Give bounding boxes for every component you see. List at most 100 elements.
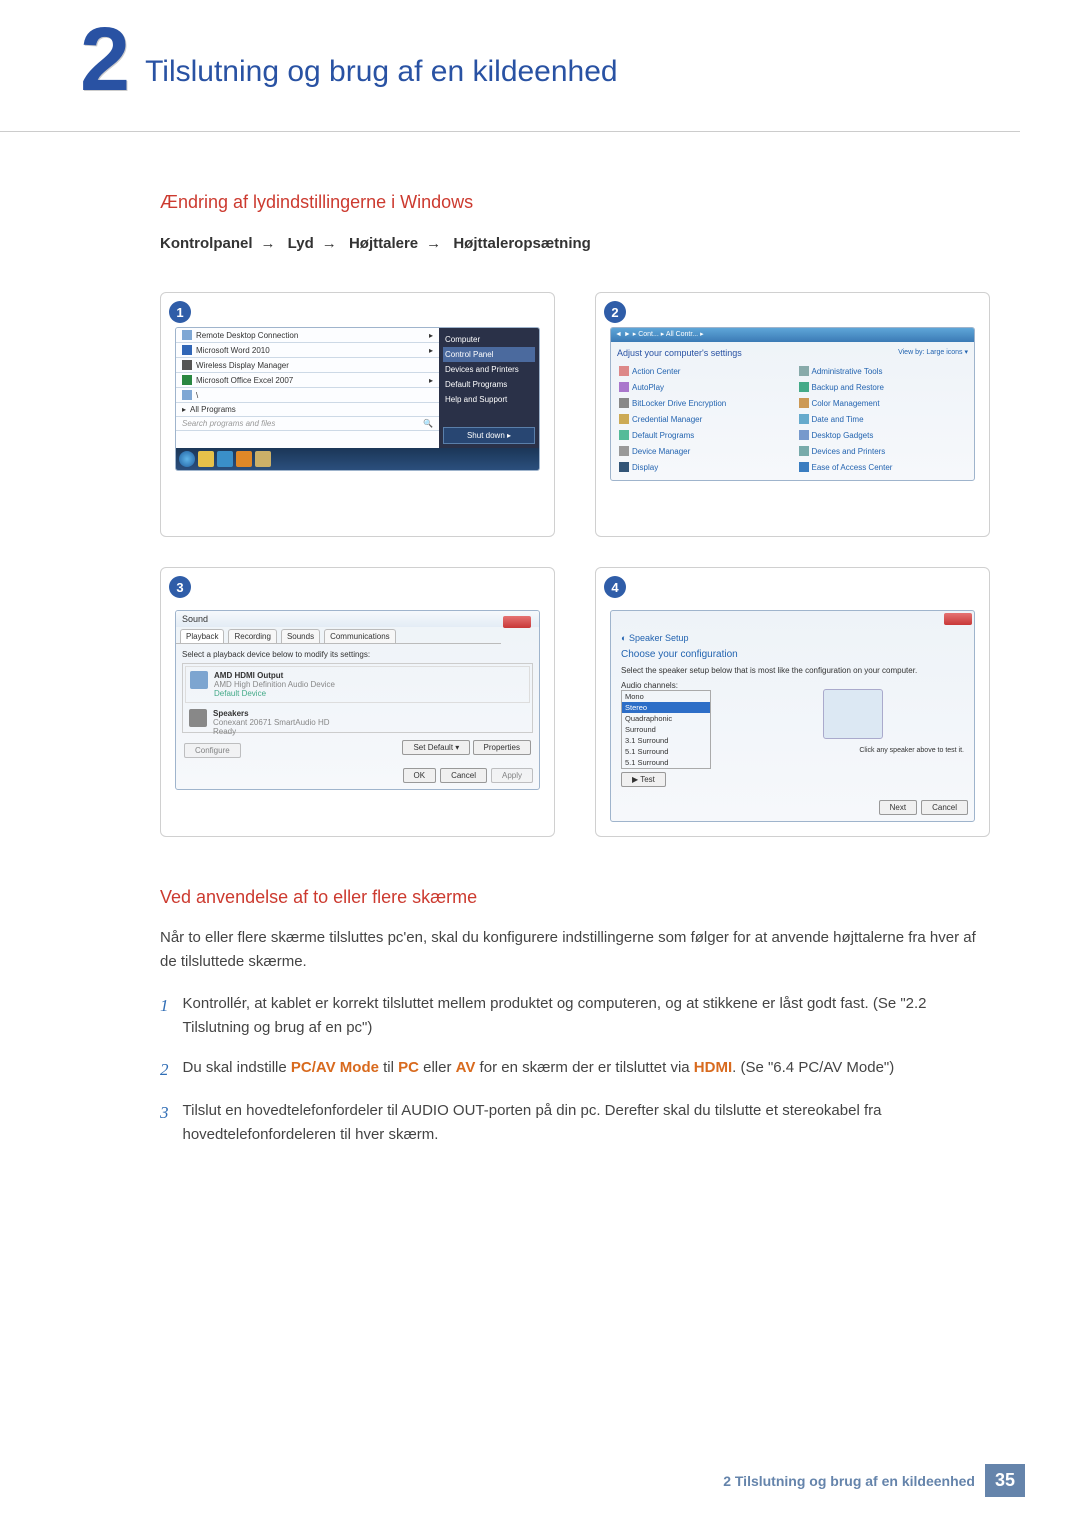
start-item[interactable]: \ xyxy=(176,388,439,403)
cp-item[interactable]: Administrative Tools xyxy=(797,364,969,378)
access-icon xyxy=(799,462,809,472)
view-by[interactable]: View by: Large icons ▾ xyxy=(898,348,968,364)
start-link[interactable]: Computer xyxy=(443,332,535,347)
dialog-title: Sound xyxy=(182,614,208,624)
start-item[interactable]: Microsoft Word 2010▸ xyxy=(176,343,439,358)
speaker-icon xyxy=(190,671,208,689)
step-number-3: 3 xyxy=(169,576,191,598)
cancel-button[interactable]: Cancel xyxy=(440,768,487,783)
cp-item[interactable]: Desktop Gadgets xyxy=(797,428,969,442)
taskbar-icon[interactable] xyxy=(217,451,233,467)
cp-item[interactable]: BitLocker Drive Encryption xyxy=(617,396,789,410)
cp-title: Adjust your computer's settings xyxy=(617,348,742,358)
section-heading-2: Ved anvendelse af to eller flere skærme xyxy=(160,887,990,908)
app-icon xyxy=(182,330,192,340)
sound-tabs: Playback Recording Sounds Communications xyxy=(176,627,501,644)
autoplay-icon xyxy=(619,382,629,392)
step-number: 1 xyxy=(160,992,169,1040)
next-button[interactable]: Next xyxy=(879,800,917,815)
speaker-icon xyxy=(189,709,207,727)
start-item[interactable]: Microsoft Office Excel 2007▸ xyxy=(176,373,439,388)
printer-icon xyxy=(799,446,809,456)
apply-button[interactable]: Apply xyxy=(491,768,533,783)
device-item[interactable]: SpeakersConexant 20671 SmartAudio HDRead… xyxy=(185,705,530,740)
app-icon xyxy=(182,345,192,355)
app-icon xyxy=(182,375,192,385)
app-icon xyxy=(182,360,192,370)
step-item-2: 2 Du skal indstille PC/AV Mode til PC el… xyxy=(160,1056,990,1083)
color-icon xyxy=(799,398,809,408)
step-item-3: 3 Tilslut en hovedtelefonfordeler til AU… xyxy=(160,1099,990,1147)
cp-item[interactable]: Devices and Printers xyxy=(797,444,969,458)
page-footer: 2 Tilslutning og brug af en kildeenhed 3… xyxy=(723,1464,1025,1497)
footer-chapter-title: 2 Tilslutning og brug af en kildeenhed xyxy=(723,1473,975,1489)
backup-icon xyxy=(799,382,809,392)
intro-paragraph: Når to eller flere skærme tilsluttes pc'… xyxy=(160,926,990,974)
config-prompt: Select the speaker setup below that is m… xyxy=(621,666,964,675)
start-item[interactable]: Remote Desktop Connection▸ xyxy=(176,328,439,343)
step-panel-4: 4 ◐ Speaker Setup Choose your configurat… xyxy=(595,567,990,837)
properties-button[interactable]: Properties xyxy=(473,740,531,755)
step-number: 3 xyxy=(160,1099,169,1147)
cp-item[interactable]: Default Programs xyxy=(617,428,789,442)
cp-item[interactable]: Action Center xyxy=(617,364,789,378)
taskbar-icon[interactable] xyxy=(236,451,252,467)
start-item[interactable]: Wireless Display Manager xyxy=(176,358,439,373)
programs-icon xyxy=(619,430,629,440)
step-number-4: 4 xyxy=(604,576,626,598)
gadgets-icon xyxy=(799,430,809,440)
sound-dialog: Sound Playback Recording Sounds Communic… xyxy=(175,610,540,790)
start-link-control-panel[interactable]: Control Panel xyxy=(443,347,535,362)
cp-item[interactable]: Credential Manager xyxy=(617,412,789,426)
start-right-pane: Computer Control Panel Devices and Print… xyxy=(439,328,539,448)
set-default-button[interactable]: Set Default ▾ xyxy=(402,740,470,755)
taskbar-icon[interactable] xyxy=(198,451,214,467)
display-icon xyxy=(619,462,629,472)
channels-label: Audio channels: xyxy=(621,681,711,690)
search-box[interactable]: Search programs and files🔍 xyxy=(176,417,439,431)
settings-path: Kontrolpanel→ Lyd→ Højttalere→ Højttaler… xyxy=(160,235,990,252)
step-panel-1: 1 Remote Desktop Connection▸ Microsoft W… xyxy=(160,292,555,537)
cp-item[interactable]: Ease of Access Center xyxy=(797,460,969,474)
taskbar-icon[interactable] xyxy=(255,451,271,467)
cp-item[interactable]: Device Manager xyxy=(617,444,789,458)
speaker-diagram xyxy=(823,689,883,739)
lock-icon xyxy=(619,398,629,408)
page-number: 35 xyxy=(985,1464,1025,1497)
tab-communications[interactable]: Communications xyxy=(324,629,396,643)
all-programs[interactable]: ▸ All Programs xyxy=(176,403,439,417)
cp-item[interactable]: Date and Time xyxy=(797,412,969,426)
cp-item[interactable]: Color Management xyxy=(797,396,969,410)
shut-down-button[interactable]: Shut down ▸ xyxy=(443,427,535,444)
start-link[interactable]: Default Programs xyxy=(443,377,535,392)
ok-button[interactable]: OK xyxy=(403,768,437,783)
app-icon xyxy=(182,390,192,400)
tab-recording[interactable]: Recording xyxy=(228,629,276,643)
configure-button[interactable]: Configure xyxy=(184,743,241,758)
cp-item[interactable]: Backup and Restore xyxy=(797,380,969,394)
close-icon[interactable] xyxy=(503,616,531,628)
start-link[interactable]: Devices and Printers xyxy=(443,362,535,377)
taskbar xyxy=(176,448,539,470)
step-number: 2 xyxy=(160,1056,169,1083)
config-heading: Choose your configuration xyxy=(621,649,964,660)
channels-listbox[interactable]: Mono Stereo Quadraphonic Surround 3.1 Su… xyxy=(621,690,711,769)
start-orb-icon[interactable] xyxy=(179,451,195,467)
step-panel-2: 2 ◄ ► ▸ Cont... ▸ All Contr... ▸ Adjust … xyxy=(595,292,990,537)
test-button[interactable]: ▶ Test xyxy=(621,772,666,787)
start-link[interactable]: Help and Support xyxy=(443,392,535,407)
cp-item[interactable]: Display xyxy=(617,460,789,474)
flag-icon xyxy=(619,366,629,376)
chapter-title: Tilslutning og brug af en kildeenhed xyxy=(145,55,618,89)
cancel-button[interactable]: Cancel xyxy=(921,800,968,815)
close-icon[interactable] xyxy=(944,613,972,625)
tab-playback[interactable]: Playback xyxy=(180,629,224,643)
section-heading-1: Ændring af lydindstillingerne i Windows xyxy=(160,192,990,213)
tab-sounds[interactable]: Sounds xyxy=(281,629,320,643)
speaker-setup-dialog: ◐ Speaker Setup Choose your configuratio… xyxy=(610,610,975,822)
step-number-1: 1 xyxy=(169,301,191,323)
clock-icon xyxy=(799,414,809,424)
cp-item[interactable]: AutoPlay xyxy=(617,380,789,394)
start-menu-window: Remote Desktop Connection▸ Microsoft Wor… xyxy=(175,327,540,471)
device-item[interactable]: AMD HDMI OutputAMD High Definition Audio… xyxy=(185,666,530,703)
